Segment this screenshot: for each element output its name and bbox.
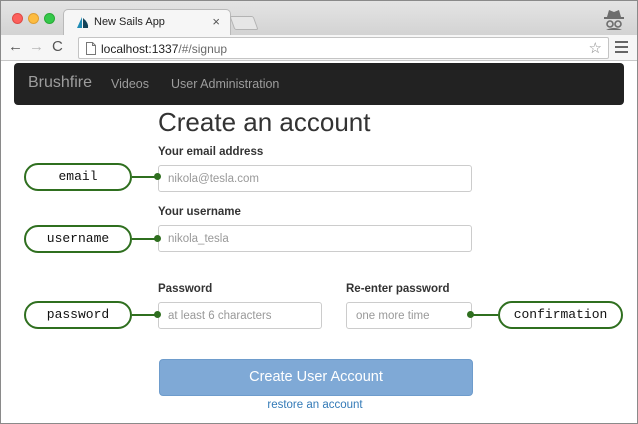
browser-toolbar: ← → C localhost:1337/#/signup ☆ <box>1 35 637 61</box>
tab-strip: New Sails App × <box>1 1 637 35</box>
incognito-icon <box>604 10 624 30</box>
page-icon <box>86 42 96 55</box>
url-host: localhost:1337 <box>101 42 179 56</box>
confirm-password-label: Re-enter password <box>346 283 450 295</box>
nav-link-videos[interactable]: Videos <box>111 77 149 91</box>
maximize-window-button[interactable] <box>44 13 55 24</box>
nav-link-user-administration[interactable]: User Administration <box>171 77 279 91</box>
password-input[interactable] <box>158 302 322 329</box>
callout-confirmation-leader <box>470 314 498 316</box>
callout-username: username <box>24 225 132 253</box>
reload-button[interactable]: C <box>52 39 63 55</box>
browser-window: New Sails App × ← → C localhost:1337/#/s… <box>0 0 638 424</box>
address-bar[interactable]: localhost:1337/#/signup ☆ <box>78 37 609 59</box>
callout-password: password <box>24 301 132 329</box>
page-title: Create an account <box>158 107 371 137</box>
callout-confirmation-dot <box>467 311 474 318</box>
callout-email: email <box>24 163 132 191</box>
url-path: /#/signup <box>178 42 228 56</box>
tab-close-icon[interactable]: × <box>212 14 220 29</box>
email-input[interactable] <box>158 165 472 192</box>
username-label: Your username <box>158 206 241 218</box>
new-tab-button[interactable] <box>229 16 259 30</box>
site-navbar: Brushfire Videos User Administration <box>14 63 624 105</box>
close-window-button[interactable] <box>12 13 23 24</box>
sails-logo-icon <box>77 17 89 28</box>
url-text[interactable]: localhost:1337/#/signup <box>101 42 227 56</box>
hamburger-menu-icon[interactable] <box>615 41 628 53</box>
tab-title: New Sails App <box>94 16 165 28</box>
create-account-button[interactable]: Create User Account <box>159 359 473 396</box>
back-button[interactable]: ← <box>8 39 23 55</box>
password-label: Password <box>158 283 213 295</box>
callout-password-dot <box>154 311 161 318</box>
forward-button[interactable]: → <box>29 39 44 55</box>
email-label: Your email address <box>158 146 264 158</box>
minimize-window-button[interactable] <box>28 13 39 24</box>
callout-username-dot <box>154 235 161 242</box>
confirm-password-input[interactable] <box>346 302 472 329</box>
bookmark-star-icon[interactable]: ☆ <box>589 39 602 57</box>
browser-tab[interactable]: New Sails App × <box>63 9 231 35</box>
callout-email-dot <box>154 173 161 180</box>
restore-account-link[interactable]: restore an account <box>1 399 629 411</box>
callout-confirmation: confirmation <box>498 301 623 329</box>
brand-link[interactable]: Brushfire <box>28 74 92 92</box>
username-input[interactable] <box>158 225 472 252</box>
